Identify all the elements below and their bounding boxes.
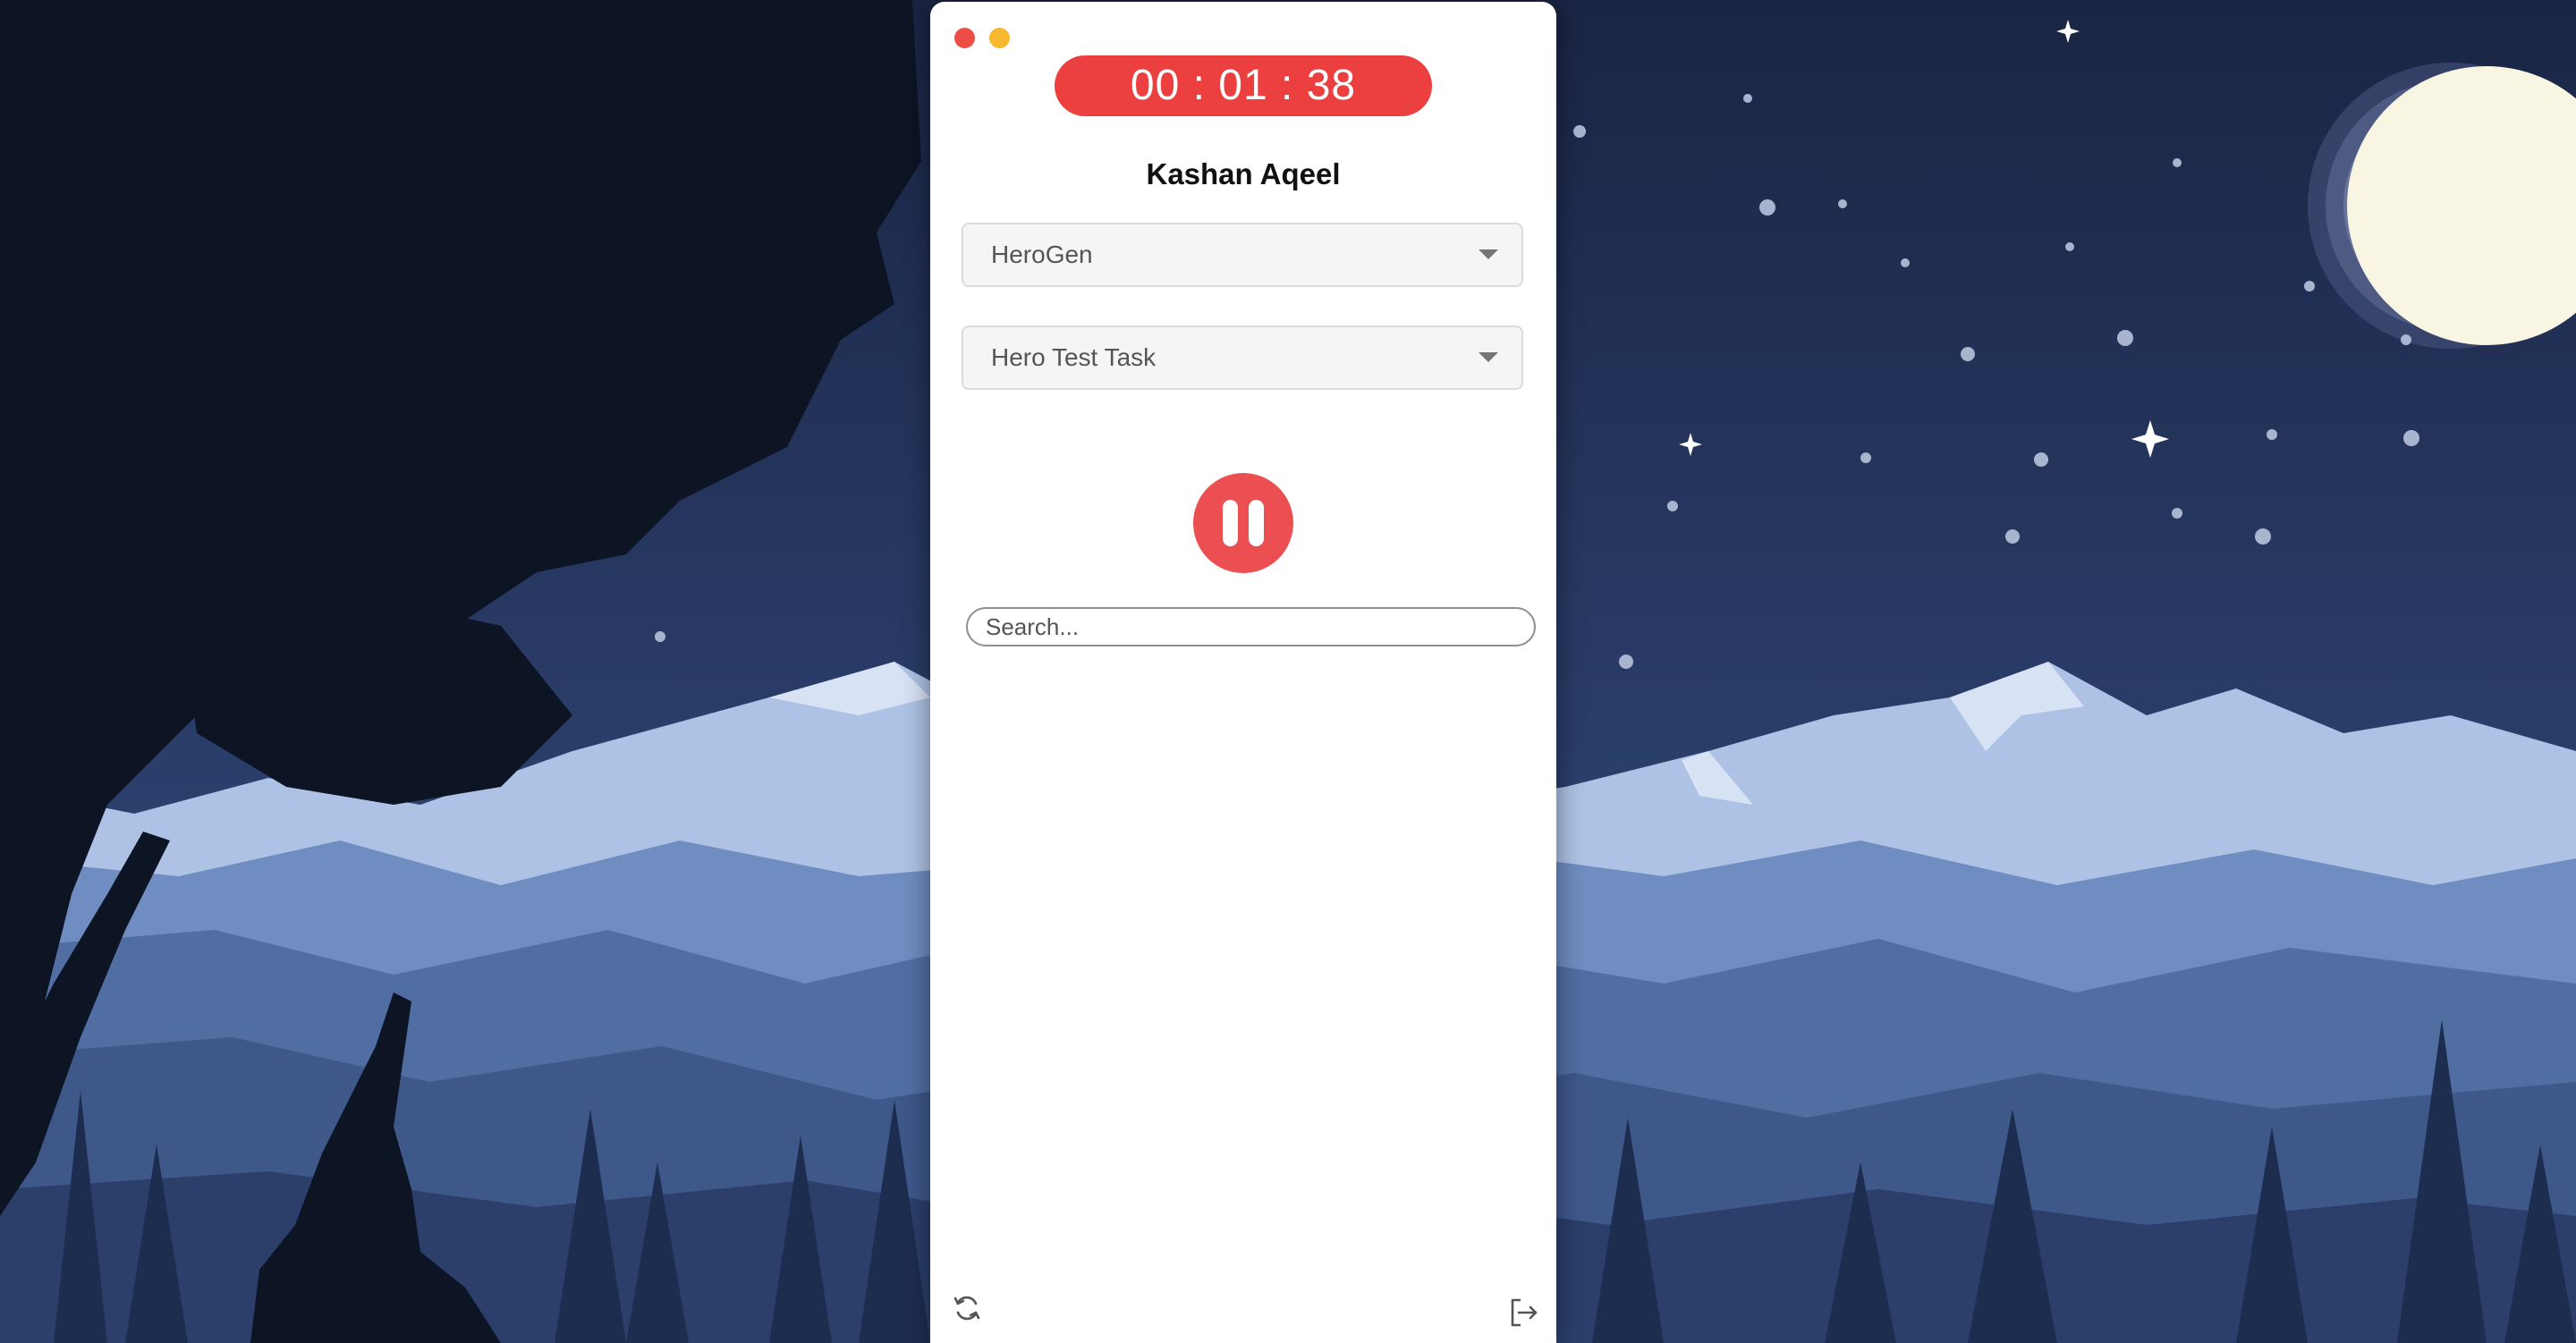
task-select[interactable]: Hero Test Task [962,325,1523,390]
logout-icon[interactable] [1508,1297,1540,1329]
search-input[interactable] [966,607,1536,646]
pause-button[interactable] [1193,473,1293,573]
project-select[interactable]: HeroGen [962,223,1523,287]
elapsed-timer: 00 : 01 : 38 [1055,55,1432,116]
chevron-down-icon [1479,352,1498,362]
project-select-value: HeroGen [991,241,1093,268]
user-name: Kashan Aqeel [1146,157,1341,190]
task-select-value: Hero Test Task [991,343,1157,371]
chevron-down-icon [1479,249,1498,259]
time-tracker-window: 00 : 01 : 38 Kashan Aqeel HeroGen Hero T… [930,2,1556,1343]
window-close-button[interactable] [954,28,975,48]
refresh-icon[interactable] [952,1293,982,1323]
pause-icon [1249,500,1264,546]
window-minimize-button[interactable] [989,28,1010,48]
pause-icon [1223,500,1238,546]
